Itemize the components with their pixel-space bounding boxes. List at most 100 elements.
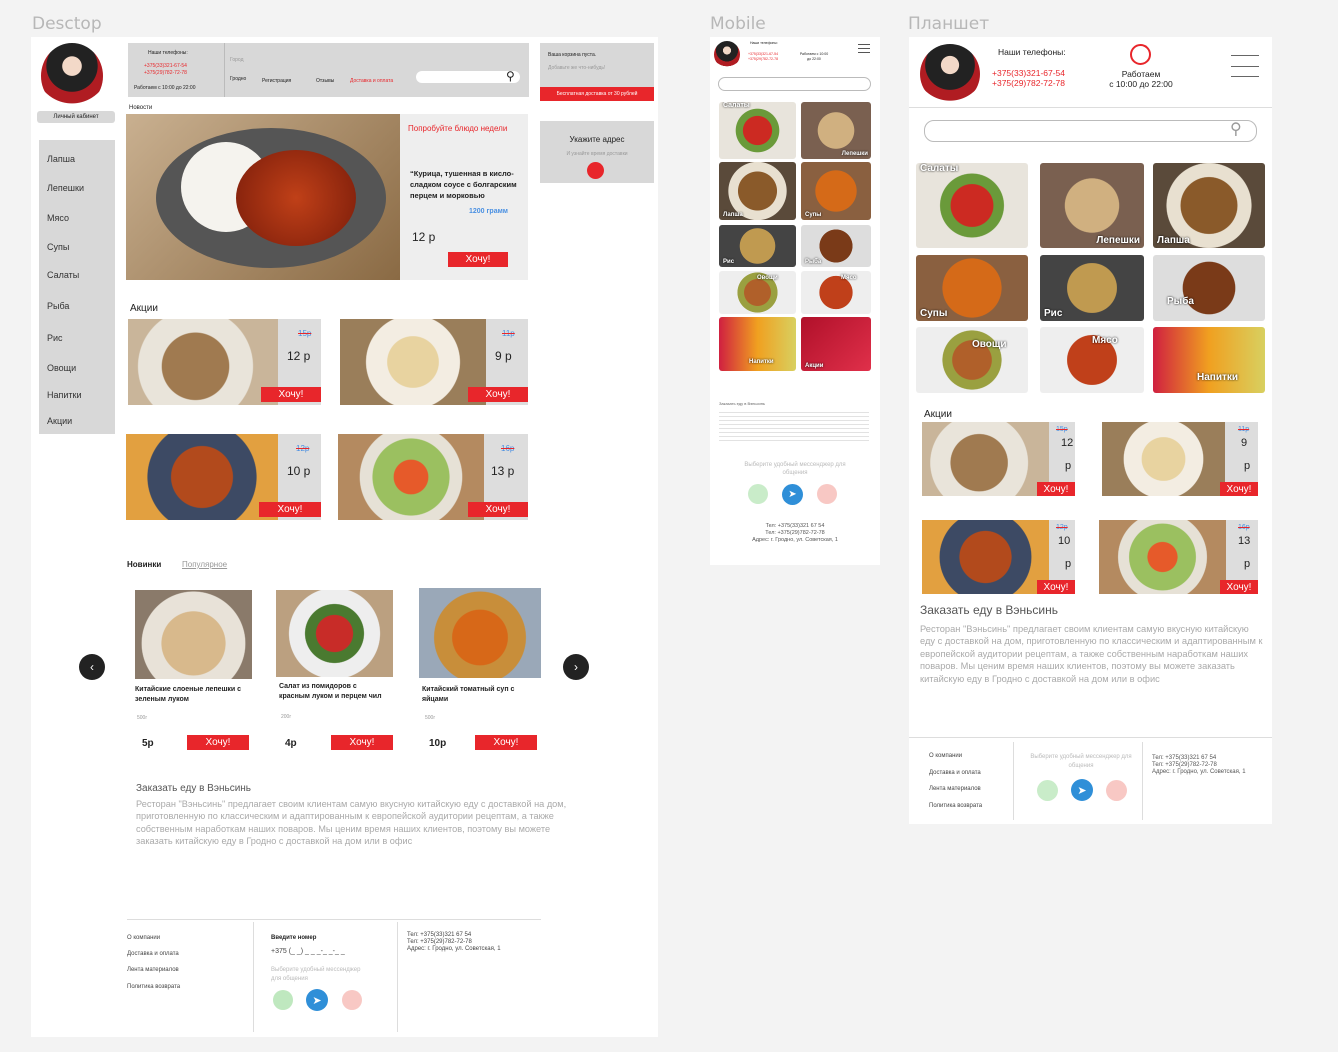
promo-want-button[interactable]: Хочу! (1220, 482, 1258, 496)
footer-link-articles[interactable]: Лента материалов (127, 967, 179, 973)
instagram-icon[interactable] (342, 990, 362, 1010)
tablet-phone-2[interactable]: +375(29)782-72-78 (992, 78, 1065, 88)
mobile-logo[interactable] (714, 41, 740, 68)
carousel-prev-button[interactable]: ‹ (79, 654, 105, 680)
mobile-tel-1[interactable]: Тел: +375(33)321 67 54 (720, 523, 870, 530)
mobile-cat-card[interactable]: Рис (719, 225, 796, 267)
tablet-menu-icon[interactable] (1231, 55, 1259, 77)
footer-link-about[interactable]: О компании (127, 935, 160, 941)
tablet-cat-card[interactable]: Мясо (1040, 327, 1144, 393)
sidebar-item-vegetables[interactable]: Овощи (47, 363, 76, 373)
tablet-cat-card[interactable]: Рыба (1153, 255, 1265, 321)
tablet-cat-card[interactable]: Супы (916, 255, 1028, 321)
nav-register[interactable]: Регистрация (262, 78, 291, 84)
mobile-tel-2[interactable]: Тел: +375(29)782-72-78 (720, 530, 870, 537)
hero-want-button[interactable]: Хочу! (448, 252, 508, 267)
sidebar-item-rice[interactable]: Рис (47, 333, 63, 343)
sidebar-item-flatbreads[interactable]: Лепешки (47, 183, 84, 193)
mobile-cat-card[interactable]: Супы (801, 162, 871, 220)
city-select[interactable]: Гродно (230, 76, 246, 82)
mobile-phone-2[interactable]: +375(29)782-72-78 (748, 57, 778, 62)
footer-tel-1[interactable]: Тел: +375(33)321 67 54 (407, 932, 501, 939)
telegram-icon[interactable]: ➤ (306, 989, 328, 1011)
tablet-footer-link-about[interactable]: О компании (929, 753, 962, 759)
promo-card: 15р 12 р Хочу! (128, 319, 321, 405)
mobile-search-input[interactable] (718, 77, 871, 91)
phone-1[interactable]: +375(33)321-67-54 (144, 63, 187, 69)
search-icon[interactable]: ⚲ (506, 69, 515, 83)
promo-want-button[interactable]: Хочу! (1037, 580, 1075, 594)
tablet-footer-link-articles[interactable]: Лента материалов (929, 786, 981, 792)
tablet-cat-card[interactable]: Салаты (916, 163, 1028, 248)
tab-popular[interactable]: Популярное (182, 560, 227, 569)
tablet-search-icon[interactable]: ⚲ (1230, 119, 1242, 139)
nav-delivery[interactable]: Доставка и оплата (350, 78, 393, 84)
tablet-logo[interactable] (920, 44, 980, 104)
tablet-footer-link-returns[interactable]: Политика возврата (929, 803, 982, 809)
product-name[interactable]: Китайский томатный суп с яйцами (422, 685, 532, 705)
mobile-cat-card[interactable]: Лапша (719, 162, 796, 220)
mobile-whatsapp-icon[interactable] (748, 484, 768, 504)
cart-panel[interactable]: Ваша корзина пуста. Добавьте же что-нибу… (540, 43, 654, 101)
promo-want-button[interactable]: Хочу! (468, 387, 528, 402)
tablet-instagram-icon[interactable] (1106, 780, 1127, 801)
mobile-cat-card[interactable]: Лепешки (801, 102, 871, 159)
sidebar-item-fish[interactable]: Рыба (47, 301, 69, 311)
sidebar-item-soups[interactable]: Супы (47, 242, 69, 252)
sidebar-item-promos[interactable]: Акции (47, 416, 72, 426)
tablet-whatsapp-icon[interactable] (1037, 780, 1058, 801)
mobile-cat-card[interactable]: Мясо (801, 271, 871, 314)
footer-link-returns[interactable]: Политика возврата (127, 984, 180, 990)
sidebar-item-drinks[interactable]: Напитки (47, 390, 82, 400)
promo-want-button[interactable]: Хочу! (261, 387, 321, 402)
phone-input[interactable]: +375 (_ _) _ _ _-_ _-_ _ (271, 948, 345, 955)
mobile-cat-card[interactable]: Акции (801, 317, 871, 371)
tablet-cat-card[interactable]: Лепешки (1040, 163, 1144, 248)
mobile-telegram-icon[interactable]: ➤ (782, 484, 803, 505)
promo-want-button[interactable]: Хочу! (1037, 482, 1075, 496)
phone-2[interactable]: +375(29)782-72-78 (144, 70, 187, 76)
promo-want-button[interactable]: Хочу! (1220, 580, 1258, 594)
mobile-menu-icon[interactable] (858, 44, 870, 53)
tablet-cat-card[interactable]: Лапша (1153, 163, 1265, 248)
product-want-button[interactable]: Хочу! (331, 735, 393, 750)
tablet-footer-link-delivery[interactable]: Доставка и оплата (929, 770, 981, 776)
search-input[interactable] (416, 71, 520, 83)
sidebar-item-noodles[interactable]: Лапша (47, 154, 75, 164)
product-image[interactable] (135, 590, 252, 679)
product-image[interactable] (419, 588, 541, 678)
product-want-button[interactable]: Хочу! (475, 735, 537, 750)
carousel-next-button[interactable]: › (563, 654, 589, 680)
tablet-cat-card[interactable]: Рис (1040, 255, 1144, 321)
mobile-instagram-icon[interactable] (817, 484, 837, 504)
tablet-phone-1[interactable]: +375(33)321-67-54 (992, 68, 1065, 78)
mobile-cat-card[interactable]: Салаты (719, 102, 796, 159)
product-name[interactable]: Салат из помидоров с красным луком и пер… (279, 682, 389, 702)
sidebar-item-meat[interactable]: Мясо (47, 213, 69, 223)
tablet-tel-2[interactable]: Тел: +375(29)782-72-78 (1152, 762, 1246, 769)
tablet-cat-card[interactable]: Овощи (916, 327, 1028, 393)
mobile-address: Адрес: г. Гродно, ул. Советская, 1 (752, 537, 838, 543)
tablet-telegram-icon[interactable]: ➤ (1071, 779, 1093, 801)
tab-new[interactable]: Новинки (127, 560, 161, 569)
account-button[interactable]: Личный кабинет (37, 111, 115, 123)
address-panel[interactable]: Укажите адрес И узнайте время доставки (540, 121, 654, 183)
logo-avatar[interactable] (41, 43, 103, 109)
sidebar-item-salads[interactable]: Салаты (47, 270, 79, 280)
tablet-tel-1[interactable]: Тел: +375(33)321 67 54 (1152, 755, 1246, 762)
mobile-cat-card[interactable]: Напитки (719, 317, 796, 371)
product-name[interactable]: Китайские слоеные лепешки с зеленым луко… (135, 685, 257, 705)
location-pin-icon[interactable] (587, 162, 604, 179)
promo-want-button[interactable]: Хочу! (259, 502, 321, 517)
promo-want-button[interactable]: Хочу! (468, 502, 528, 517)
footer-tel-2[interactable]: Тел: +375(29)782-72-78 (407, 939, 501, 946)
nav-reviews[interactable]: Отзывы (316, 78, 334, 84)
product-image[interactable] (276, 590, 393, 677)
mobile-cat-card[interactable]: Рыба (801, 225, 871, 267)
mobile-cat-card[interactable]: Овощи (719, 271, 796, 314)
whatsapp-icon[interactable] (273, 990, 293, 1010)
tablet-search-input[interactable] (924, 120, 1257, 142)
tablet-cat-card[interactable]: Напитки (1153, 327, 1265, 393)
product-want-button[interactable]: Хочу! (187, 735, 249, 750)
footer-link-delivery[interactable]: Доставка и оплата (127, 951, 179, 957)
